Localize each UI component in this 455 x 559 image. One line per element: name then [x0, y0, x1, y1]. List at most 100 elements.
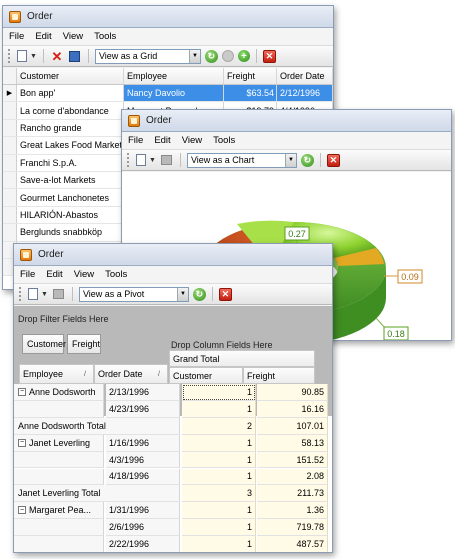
- pivot-cell-freight[interactable]: 1.36: [257, 502, 328, 520]
- cell-customer[interactable]: La corne d'abondance: [17, 102, 124, 119]
- column-header-employee[interactable]: Employee: [124, 68, 224, 84]
- pivot-cell-customer[interactable]: 1: [182, 384, 256, 401]
- pivot-cell-freight[interactable]: 2.08: [257, 468, 328, 486]
- view-select[interactable]: View as a Grid ▼: [94, 48, 201, 64]
- new-document-icon[interactable]: [134, 153, 148, 167]
- save-icon[interactable]: [160, 153, 174, 167]
- menu-file[interactable]: File: [20, 269, 35, 280]
- pivot-window-titlebar[interactable]: Order: [14, 244, 332, 266]
- save-icon[interactable]: [52, 287, 66, 301]
- toolbar-grip[interactable]: [19, 287, 22, 301]
- menu-tools[interactable]: Tools: [94, 31, 116, 42]
- chart-window-titlebar[interactable]: Order: [122, 110, 451, 132]
- pivot-cell-customer[interactable]: 1: [182, 536, 256, 552]
- pivot-cell-customer[interactable]: 1: [182, 519, 256, 537]
- pivot-cell-customer[interactable]: 1: [182, 468, 256, 486]
- cell-customer[interactable]: Save-a-lot Markets: [17, 171, 124, 189]
- chevron-down-icon[interactable]: ▼: [284, 153, 296, 167]
- table-row[interactable]: ▶ Bon app' Nancy Davolio $63.54 2/12/1996: [3, 85, 333, 103]
- menu-view[interactable]: View: [182, 135, 202, 146]
- add-icon[interactable]: +: [237, 50, 250, 62]
- stop-icon[interactable]: [221, 50, 234, 62]
- cell-customer[interactable]: Gourmet Lanchonetes: [17, 189, 124, 206]
- pivot-cell-freight[interactable]: 90.85: [257, 384, 328, 401]
- column-header-order-date[interactable]: Order Date: [277, 68, 333, 84]
- toolbar-separator: [87, 49, 89, 63]
- pivot-cell-customer[interactable]: 3: [182, 485, 256, 503]
- menu-view[interactable]: View: [74, 269, 94, 280]
- cell-customer[interactable]: Rancho grande: [17, 119, 124, 137]
- collapse-icon[interactable]: −: [18, 387, 26, 396]
- pivot-cell-freight[interactable]: 107.01: [257, 417, 328, 435]
- menu-edit[interactable]: Edit: [46, 269, 62, 280]
- refresh-icon[interactable]: ↻: [192, 287, 206, 301]
- pivot-cell-customer[interactable]: 2: [182, 417, 256, 435]
- cell-employee[interactable]: Nancy Davolio: [124, 85, 224, 102]
- cell-customer[interactable]: Bon app': [17, 85, 124, 102]
- toolbar-separator: [319, 153, 321, 167]
- collapse-icon[interactable]: −: [18, 506, 26, 515]
- row-field-employee[interactable]: Employee /: [19, 364, 94, 384]
- pivot-row-employee[interactable]: − Margaret Pea...: [14, 502, 104, 520]
- cell-customer[interactable]: Franchi S.p.A.: [17, 154, 124, 171]
- pivot-employee-label: Margaret Pea...: [29, 505, 92, 516]
- new-document-icon[interactable]: [15, 49, 29, 63]
- pivot-cell-customer[interactable]: 1: [182, 434, 256, 452]
- pivot-row-employee: [14, 451, 104, 469]
- data-field-customer[interactable]: Customer: [22, 334, 67, 354]
- refresh-icon[interactable]: ↻: [300, 153, 314, 167]
- dropdown-arrow-icon[interactable]: ▼: [30, 53, 37, 60]
- dropdown-arrow-icon[interactable]: ▼: [41, 291, 48, 298]
- view-select[interactable]: View as a Pivot ▼: [78, 286, 189, 302]
- pivot-cell-freight[interactable]: 151.52: [257, 451, 328, 469]
- cell-freight[interactable]: $63.54: [224, 85, 277, 102]
- current-row-indicator-icon: ▶: [3, 85, 17, 102]
- pivot-cell-customer[interactable]: 1: [182, 451, 256, 469]
- chevron-down-icon[interactable]: ▼: [176, 287, 188, 301]
- pivot-cell-customer[interactable]: 1: [182, 502, 256, 520]
- pivot-cell-freight[interactable]: 211.73: [257, 485, 328, 503]
- menu-view[interactable]: View: [63, 31, 83, 42]
- cell-order-date[interactable]: 2/12/1996: [277, 85, 333, 102]
- menu-file[interactable]: File: [128, 135, 143, 146]
- menu-tools[interactable]: Tools: [105, 269, 127, 280]
- grand-total-label: Grand Total: [173, 353, 220, 364]
- toolbar-grip[interactable]: [127, 153, 130, 167]
- pivot-cell-freight[interactable]: 719.78: [257, 519, 328, 537]
- menu-file[interactable]: File: [9, 31, 24, 42]
- refresh-icon[interactable]: ↻: [204, 49, 218, 63]
- dropdown-arrow-icon[interactable]: ▼: [149, 157, 156, 164]
- row-field-order-date[interactable]: Order Date /: [94, 364, 168, 384]
- new-document-icon[interactable]: [26, 287, 40, 301]
- view-select[interactable]: View as a Chart ▼: [186, 152, 297, 168]
- pivot-row-employee: [14, 519, 104, 537]
- column-header-customer[interactable]: Customer: [17, 68, 124, 84]
- close-icon[interactable]: ✕: [326, 153, 340, 167]
- column-header-freight[interactable]: Freight: [224, 68, 277, 84]
- pivot-row-employee[interactable]: − Janet Leverling: [14, 434, 104, 452]
- toolbar-grip[interactable]: [8, 49, 11, 63]
- menu-tools[interactable]: Tools: [213, 135, 235, 146]
- menu-edit[interactable]: Edit: [154, 135, 170, 146]
- pivot-cell-freight[interactable]: 58.13: [257, 434, 328, 452]
- column-drop-hint: Drop Column Fields Here: [171, 340, 273, 350]
- collapse-icon[interactable]: −: [18, 438, 26, 447]
- pivot-row-employee[interactable]: − Anne Dodsworth: [14, 384, 104, 401]
- data-field-label: Customer: [27, 339, 67, 349]
- pivot-cell-customer[interactable]: 1: [182, 400, 256, 418]
- toolbar-separator: [71, 287, 73, 301]
- pivot-cell-freight[interactable]: 16.16: [257, 400, 328, 418]
- delete-icon[interactable]: ✕: [50, 49, 64, 63]
- save-icon[interactable]: [68, 49, 82, 63]
- cell-customer[interactable]: HILARIÓN-Abastos: [17, 206, 124, 224]
- cell-customer[interactable]: Great Lakes Food Market: [17, 137, 124, 154]
- filter-drop-zone[interactable]: Drop Filter Fields Here: [14, 306, 332, 332]
- close-icon[interactable]: ✕: [262, 49, 276, 63]
- cell-customer[interactable]: Berglunds snabbköp: [17, 224, 124, 241]
- grid-window-titlebar[interactable]: Order: [3, 6, 333, 28]
- close-icon[interactable]: ✕: [218, 287, 232, 301]
- pivot-cell-freight[interactable]: 487.57: [257, 536, 328, 552]
- menu-edit[interactable]: Edit: [35, 31, 51, 42]
- data-field-freight[interactable]: Freight: [67, 334, 101, 354]
- chevron-down-icon[interactable]: ▼: [188, 49, 200, 63]
